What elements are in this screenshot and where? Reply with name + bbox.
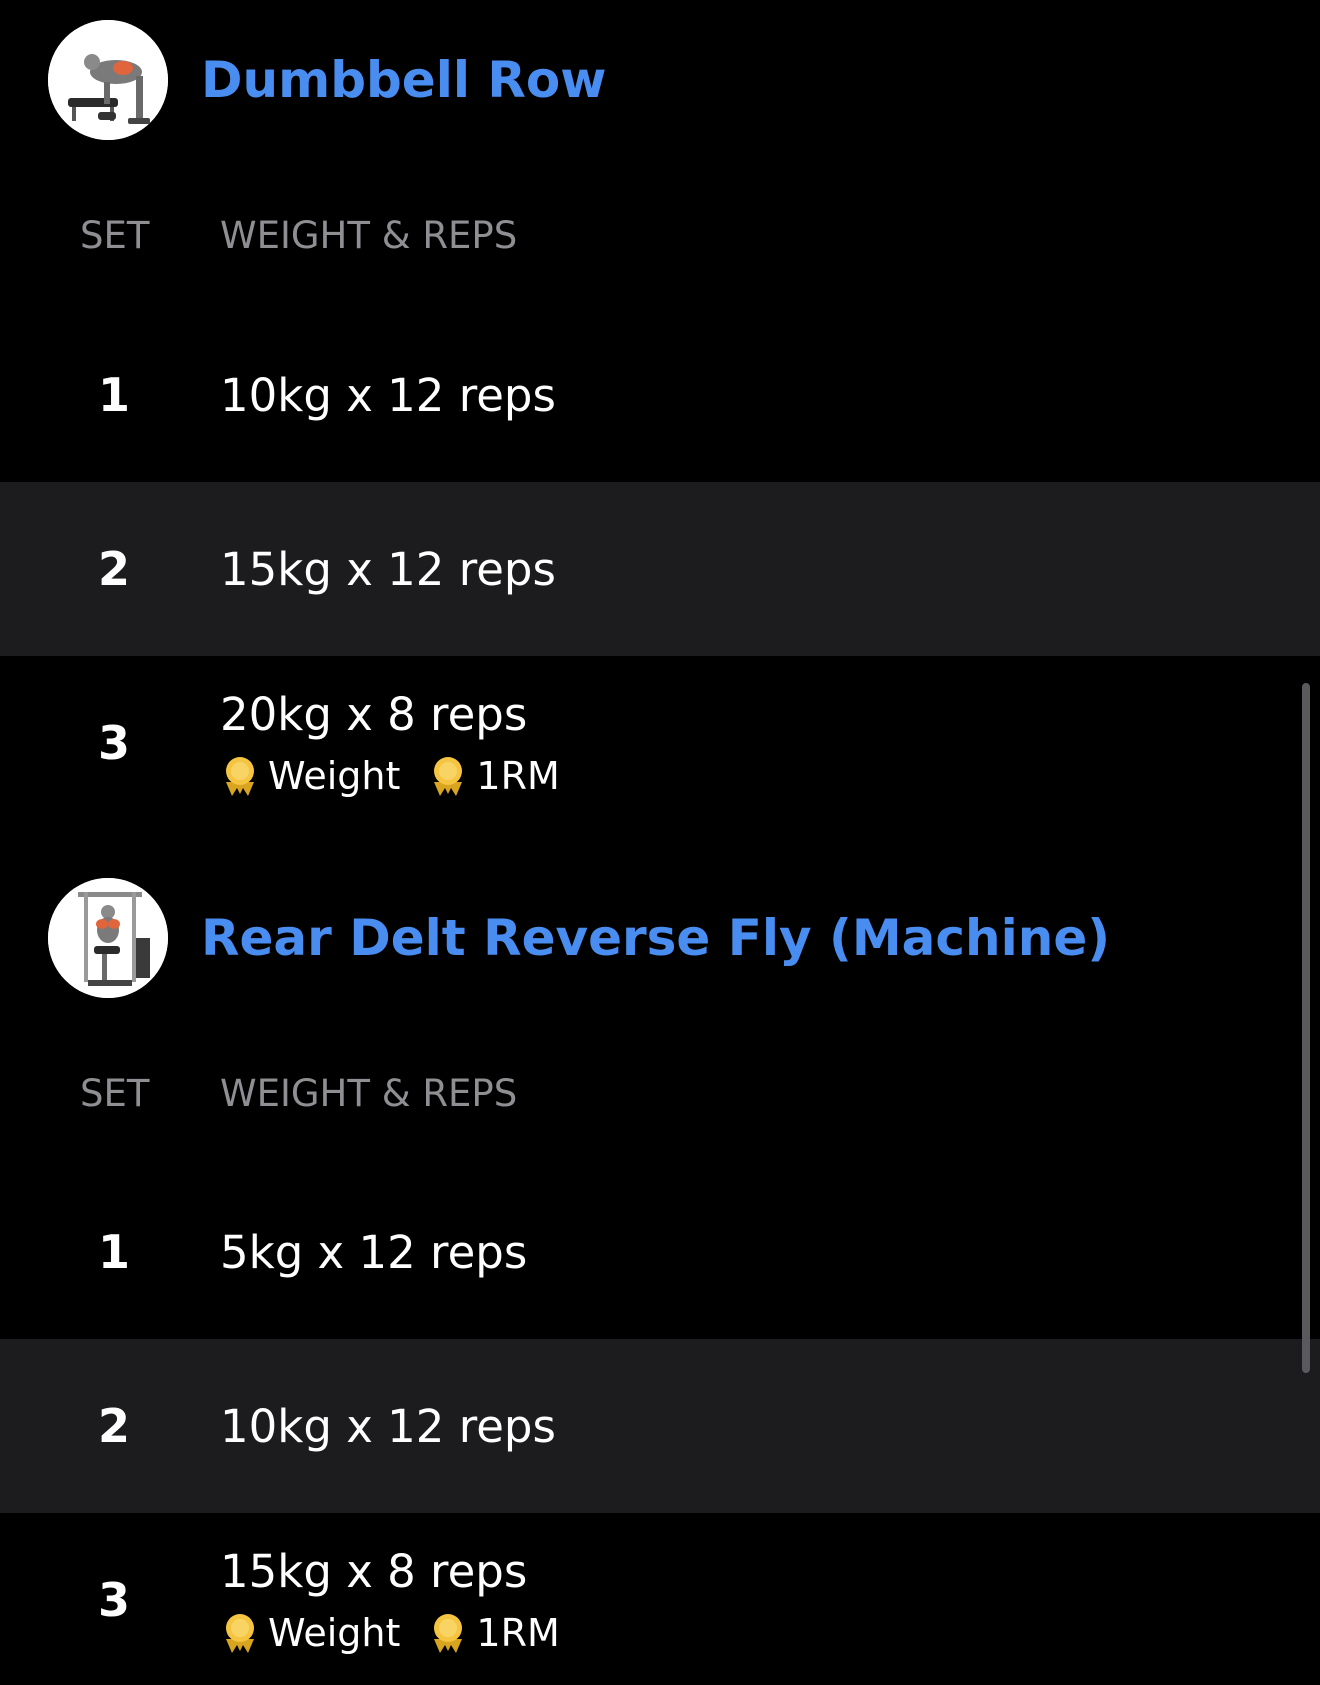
dumbbell-row-icon <box>48 20 168 140</box>
1rm-pr-badge: 1RM <box>428 1611 560 1655</box>
1rm-pr-badge: 1RM <box>428 754 560 798</box>
set-number: 3 <box>98 1573 131 1627</box>
set-weight-reps: 10kg x 12 reps <box>220 1400 556 1453</box>
set-weight-reps: 5kg x 12 reps <box>220 1226 528 1279</box>
pr-badges: Weight 1RM <box>220 754 588 798</box>
exercise-header[interactable]: Dumbbell Row <box>48 20 606 140</box>
weight-reps-column-label: WEIGHT & REPS <box>220 214 518 257</box>
weight-pr-badge: Weight <box>220 754 400 798</box>
exercise-title[interactable]: Rear Delt Reverse Fly (Machine) <box>201 909 1110 967</box>
badge-label: 1RM <box>476 1611 560 1655</box>
exercise-title[interactable]: Dumbbell Row <box>201 51 606 109</box>
weight-reps-column-label: WEIGHT & REPS <box>220 1072 518 1115</box>
exercise-thumbnail[interactable] <box>48 878 168 998</box>
set-row[interactable]: 1 5kg x 12 reps <box>0 1165 1320 1339</box>
set-number: 3 <box>98 716 131 770</box>
medal-icon <box>434 757 463 796</box>
set-number: 1 <box>98 1225 131 1279</box>
set-row[interactable]: 2 15kg x 12 reps <box>0 482 1320 656</box>
set-row[interactable]: 3 20kg x 8 reps Weight 1RM <box>0 656 1320 830</box>
pr-badges: Weight 1RM <box>220 1611 588 1655</box>
set-number: 1 <box>98 368 131 422</box>
set-row[interactable]: 1 10kg x 12 reps <box>0 308 1320 482</box>
badge-label: Weight <box>268 1611 401 1655</box>
set-weight-reps: 15kg x 12 reps <box>220 543 556 596</box>
badge-label: Weight <box>268 754 401 798</box>
set-column-label: SET <box>80 1072 150 1115</box>
set-number: 2 <box>98 1399 131 1453</box>
scrollbar[interactable] <box>1302 683 1310 1373</box>
set-number: 2 <box>98 542 131 596</box>
medal-icon <box>434 1614 463 1653</box>
set-weight-reps: 15kg x 8 reps <box>220 1545 528 1598</box>
rear-delt-machine-icon <box>48 878 168 998</box>
set-weight-reps: 20kg x 8 reps <box>220 688 528 741</box>
set-column-label: SET <box>80 214 150 257</box>
column-header-row: SET WEIGHT & REPS <box>0 1062 1300 1122</box>
medal-icon <box>226 757 254 796</box>
set-row[interactable]: 3 15kg x 8 reps Weight 1RM <box>0 1513 1320 1685</box>
set-row[interactable]: 2 10kg x 12 reps <box>0 1339 1320 1513</box>
badge-label: 1RM <box>476 754 560 798</box>
exercise-thumbnail[interactable] <box>48 20 168 140</box>
exercise-header[interactable]: Rear Delt Reverse Fly (Machine) <box>48 878 1110 998</box>
column-header-row: SET WEIGHT & REPS <box>0 204 1300 264</box>
medal-icon <box>226 1614 254 1653</box>
weight-pr-badge: Weight <box>220 1611 400 1655</box>
set-weight-reps: 10kg x 12 reps <box>220 369 556 422</box>
workout-detail-screen: Dumbbell Row SET WEIGHT & REPS 1 10kg x … <box>0 0 1320 1685</box>
